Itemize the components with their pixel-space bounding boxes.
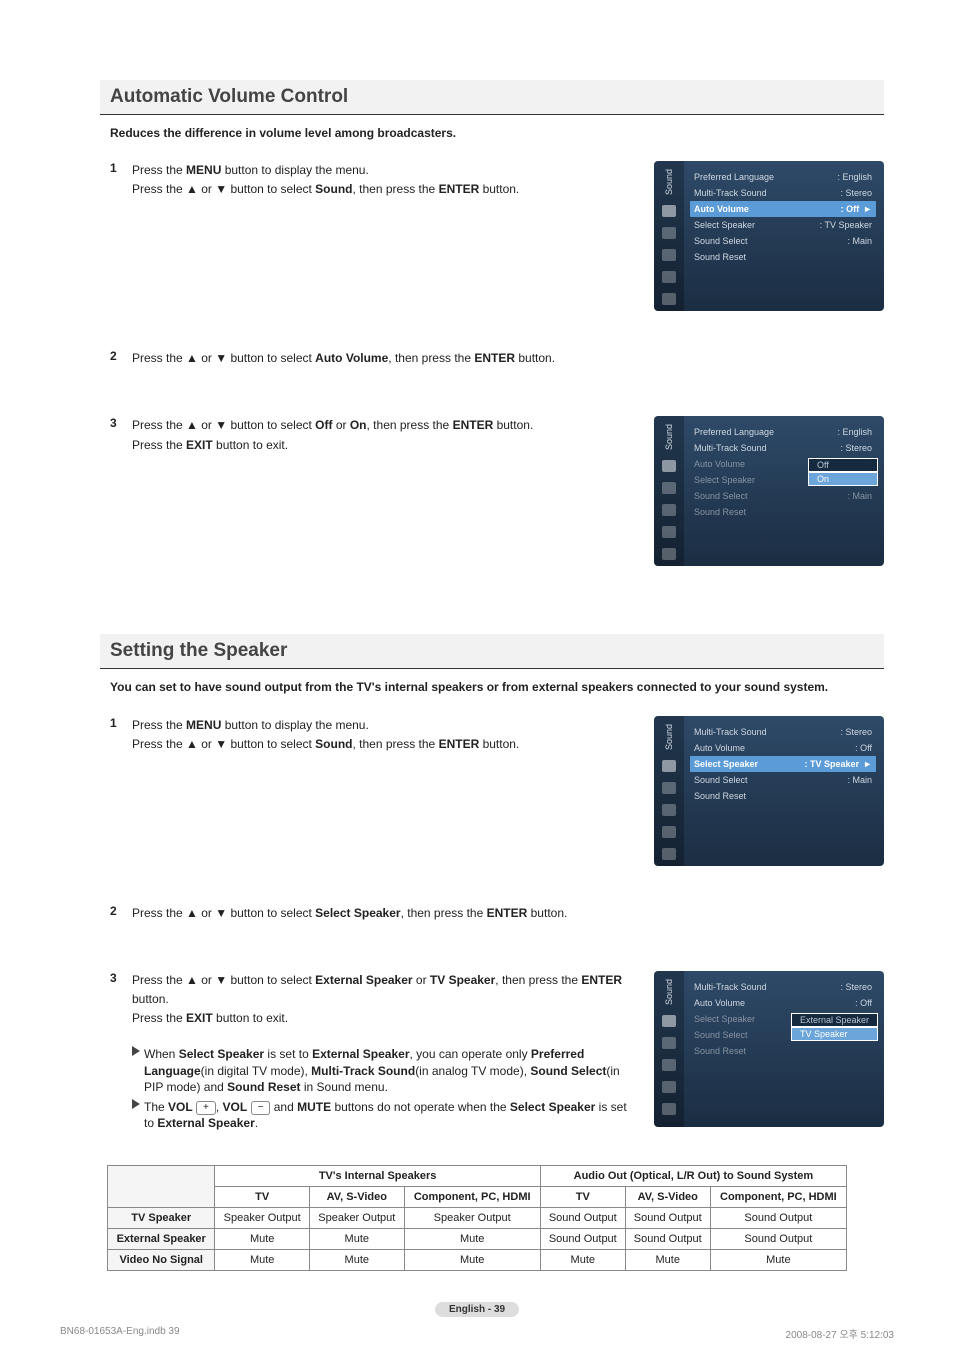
step-text: Press the ▲ or ▼ button to select Select… [132, 904, 872, 923]
section-title-speaker: Setting the Speaker [100, 634, 884, 669]
step-number: 1 [110, 716, 132, 730]
section2-intro: You can set to have sound output from th… [110, 679, 884, 695]
step-text: Press the ▲ or ▼ button to select Auto V… [132, 349, 872, 368]
step-number: 2 [110, 904, 132, 918]
table-body: TV SpeakerSpeaker OutputSpeaker OutputSp… [108, 1208, 847, 1271]
note-arrow-icon [132, 1046, 140, 1056]
section-title-text: Setting the Speaker [110, 640, 287, 661]
document-page: Automatic Volume Control Reduces the dif… [0, 0, 954, 1357]
print-meta: BN68-01653A-Eng.indb 39 2008-08-27 오후 5:… [60, 1326, 894, 1341]
section1-row2: 2 Press the ▲ or ▼ button to select Auto… [110, 349, 884, 386]
table-sub: TV [215, 1187, 310, 1208]
step-number: 3 [110, 971, 132, 985]
section1-row3: 3 Press the ▲ or ▼ button to select Off … [110, 416, 884, 574]
note-text: When Select Speaker is set to External S… [144, 1046, 636, 1095]
print-file: BN68-01653A-Eng.indb 39 [60, 1326, 180, 1341]
step-text: Press the MENU button to display the men… [132, 716, 636, 754]
speaker-output-table: TV's Internal Speakers Audio Out (Optica… [107, 1165, 847, 1271]
section2-row2: 2 Press the ▲ or ▼ button to select Sele… [110, 904, 884, 941]
note-arrow-icon [132, 1099, 140, 1109]
step-number: 1 [110, 161, 132, 175]
table-sub: Component, PC, HDMI [404, 1187, 540, 1208]
notes-block: When Select Speaker is set to External S… [132, 1046, 636, 1131]
page-footer: English - 39 [70, 1301, 884, 1317]
table-sub: Component, PC, HDMI [710, 1187, 846, 1208]
section1-row1: 1 Press the MENU button to display the m… [110, 161, 884, 319]
osd-panel-avc-2: SoundPreferred Language: EnglishMulti-Tr… [654, 416, 884, 566]
step-number: 2 [110, 349, 132, 363]
step-number: 3 [110, 416, 132, 430]
table-sub: TV [540, 1187, 625, 1208]
section2-row3: 3 Press the ▲ or ▼ button to select Exte… [110, 971, 884, 1136]
section-title-text: Automatic Volume Control [110, 86, 348, 107]
note-text: The VOL +, VOL − and MUTE buttons do not… [144, 1099, 636, 1131]
osd-panel-avc-1: SoundPreferred Language: EnglishMulti-Tr… [654, 161, 884, 311]
section2-row1: 1 Press the MENU button to display the m… [110, 716, 884, 874]
step-text: Press the MENU button to display the men… [132, 161, 636, 199]
osd-panel-spk-1: SoundMulti-Track Sound: StereoAuto Volum… [654, 716, 884, 866]
section-title-avc: Automatic Volume Control [100, 80, 884, 115]
table-group2: Audio Out (Optical, L/R Out) to Sound Sy… [540, 1166, 846, 1187]
table-sub: AV, S-Video [310, 1187, 405, 1208]
step-text: Press the ▲ or ▼ button to select Extern… [132, 971, 636, 1029]
table-group1: TV's Internal Speakers [215, 1166, 540, 1187]
table-sub: AV, S-Video [625, 1187, 710, 1208]
step-text: Press the ▲ or ▼ button to select Off or… [132, 416, 636, 454]
osd-panel-spk-2: SoundMulti-Track Sound: StereoAuto Volum… [654, 971, 884, 1128]
print-date: 2008-08-27 오후 5:12:03 [786, 1326, 894, 1341]
section1-intro: Reduces the difference in volume level a… [110, 125, 884, 141]
